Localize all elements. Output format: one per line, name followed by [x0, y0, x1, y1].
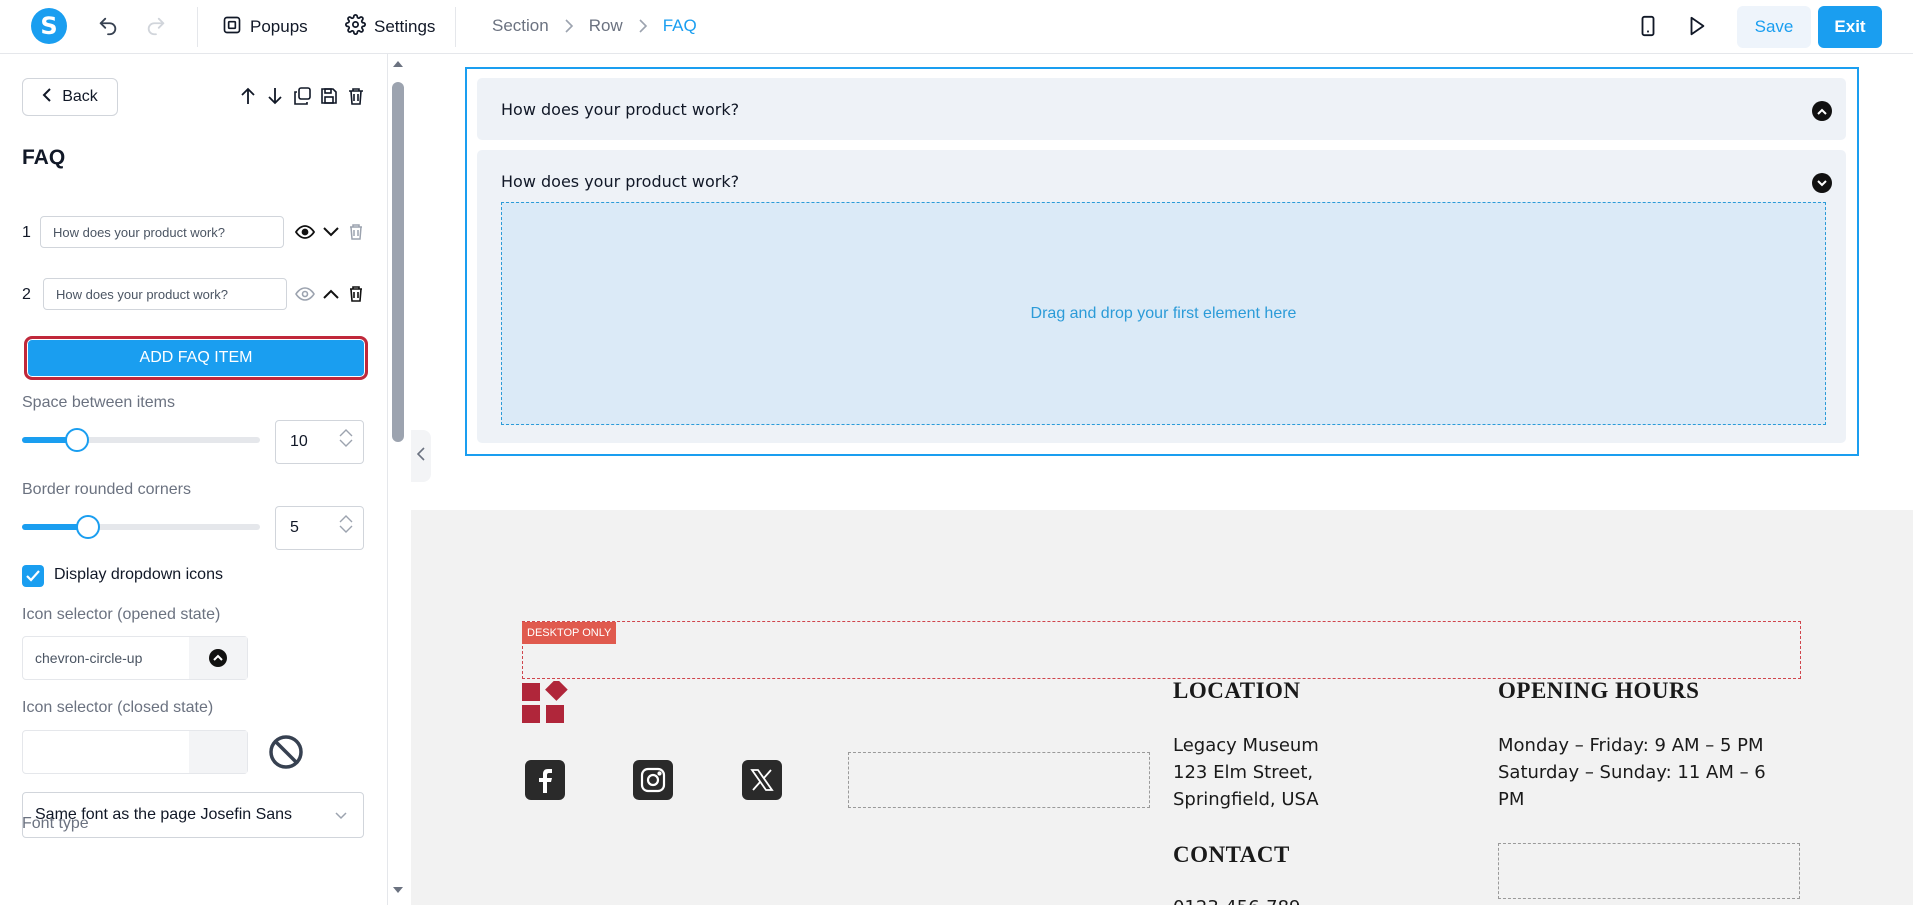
icon-open-value: chevron-circle-up — [35, 650, 143, 666]
gear-icon — [345, 14, 366, 40]
breadcrumb-row[interactable]: Row — [589, 16, 623, 36]
panel-title: FAQ — [22, 146, 66, 169]
facebook-icon[interactable] — [525, 760, 565, 800]
border-radius-label: Border rounded corners — [22, 481, 191, 498]
stepper-icon[interactable] — [339, 515, 353, 533]
brand-logo-icon — [522, 681, 568, 723]
x-twitter-icon[interactable] — [742, 760, 782, 800]
faq-accordion-item[interactable]: How does your product work? — [477, 78, 1846, 140]
eye-icon[interactable] — [295, 284, 315, 304]
opening-hours-heading: OPENING HOURS — [1498, 678, 1700, 703]
faq-question: How does your product work? — [501, 172, 740, 191]
chevron-circle-up-icon[interactable] — [1812, 101, 1832, 121]
chevron-up-icon[interactable] — [321, 284, 341, 304]
space-between-label: Space between items — [22, 394, 175, 411]
empty-element-placeholder[interactable] — [848, 752, 1150, 808]
trash-icon[interactable] — [346, 86, 366, 106]
location-text: Legacy Museum 123 Elm Street, Springfiel… — [1173, 735, 1319, 810]
chevron-down-icon — [335, 807, 347, 825]
border-radius-slider[interactable] — [22, 515, 260, 539]
space-between-value: 10 — [290, 433, 308, 450]
arrow-down-icon[interactable] — [265, 86, 285, 106]
play-icon[interactable] — [1685, 14, 1709, 38]
chevron-left-icon — [416, 446, 425, 466]
font-type-value: Same font as the page Josefin Sans — [35, 806, 293, 823]
border-radius-value: 5 — [290, 519, 299, 536]
add-faq-item-button[interactable]: ADD FAQ ITEM — [24, 336, 368, 380]
chevron-right-icon — [563, 19, 575, 33]
breadcrumb-section[interactable]: Section — [492, 16, 549, 36]
faq-question-input[interactable]: How does your product work? — [43, 278, 287, 310]
icon-preview-empty[interactable] — [189, 731, 247, 773]
save-button[interactable]: Save — [1737, 6, 1811, 48]
chevron-circle-down-icon[interactable] — [1812, 173, 1832, 193]
save-template-icon[interactable] — [319, 86, 339, 106]
popup-icon — [222, 15, 242, 40]
eye-icon[interactable] — [295, 222, 315, 242]
exit-button[interactable]: Exit — [1818, 6, 1882, 48]
settings-label: Settings — [374, 17, 436, 36]
drop-zone[interactable]: Drag and drop your first element here — [501, 202, 1826, 425]
icon-open-selector[interactable]: chevron-circle-up — [22, 636, 248, 680]
settings-panel: Back FAQ 1 How does your product work? 2… — [0, 54, 388, 905]
faq-item-number: 1 — [22, 224, 31, 241]
back-label: Back — [62, 88, 98, 105]
scroll-up-arrow-icon[interactable] — [390, 60, 406, 72]
mobile-preview-icon[interactable] — [1636, 14, 1660, 38]
instagram-icon[interactable] — [633, 760, 673, 800]
arrow-up-icon[interactable] — [238, 86, 258, 106]
chevron-down-icon[interactable] — [321, 222, 341, 242]
collapse-panel-button[interactable] — [411, 430, 431, 482]
display-icons-checkbox[interactable] — [22, 565, 44, 587]
trash-icon[interactable] — [346, 222, 366, 242]
slider-handle[interactable] — [76, 515, 100, 539]
icon-closed-label: Icon selector (closed state) — [22, 699, 214, 716]
undo-icon[interactable] — [96, 14, 120, 38]
empty-element-placeholder[interactable] — [1498, 843, 1800, 899]
faq-item-row: 1 How does your product work? — [22, 216, 366, 250]
space-between-slider[interactable] — [22, 428, 260, 452]
display-icons-label: Display dropdown icons — [54, 566, 223, 583]
desktop-only-badge: DESKTOP ONLY — [522, 622, 617, 644]
desktop-only-row[interactable] — [522, 621, 1801, 679]
chevron-right-icon — [637, 19, 649, 33]
settings-button[interactable]: Settings — [345, 12, 435, 42]
slider-handle[interactable] — [65, 428, 89, 452]
contact-heading: CONTACT — [1173, 842, 1290, 867]
redo-icon[interactable] — [144, 14, 168, 38]
icon-closed-selector[interactable] — [22, 730, 248, 774]
font-type-select[interactable]: Same font as the page Josefin Sans — [22, 792, 364, 838]
app-logo[interactable]: S — [31, 8, 67, 44]
element-actions — [238, 86, 366, 106]
faq-question: How does your product work? — [501, 100, 740, 119]
border-radius-input[interactable]: 5 — [275, 506, 364, 550]
scroll-down-arrow-icon[interactable] — [390, 886, 406, 898]
space-between-input[interactable]: 10 — [275, 420, 364, 464]
back-button[interactable]: Back — [22, 78, 118, 116]
location-heading: LOCATION — [1173, 678, 1301, 703]
breadcrumb-faq[interactable]: FAQ — [663, 16, 697, 36]
popups-label: Popups — [250, 17, 308, 36]
faq-item-row: 2 How does your product work? — [22, 278, 366, 312]
breadcrumb: Section Row FAQ — [492, 16, 697, 36]
scrollbar-thumb[interactable] — [392, 82, 404, 442]
top-toolbar: S Popups Settings Section Row FAQ Save E… — [0, 0, 1913, 54]
stepper-icon[interactable] — [339, 429, 353, 447]
chevron-left-icon — [42, 87, 52, 107]
icon-open-label: Icon selector (opened state) — [22, 606, 221, 623]
faq-accordion-item[interactable]: How does your product work? Drag and dro… — [477, 150, 1846, 443]
popups-button[interactable]: Popups — [222, 12, 308, 42]
ban-icon[interactable] — [268, 734, 304, 770]
faq-question-input[interactable]: How does your product work? — [40, 216, 284, 248]
copy-icon[interactable] — [292, 86, 312, 106]
opening-hours-text: Monday – Friday: 9 AM – 5 PM Saturday – … — [1498, 735, 1766, 810]
contact-phone: 0123-456-789 — [1173, 894, 1301, 905]
chevron-circle-up-icon[interactable] — [189, 637, 247, 679]
trash-icon[interactable] — [346, 284, 366, 304]
faq-item-number: 2 — [22, 286, 31, 303]
